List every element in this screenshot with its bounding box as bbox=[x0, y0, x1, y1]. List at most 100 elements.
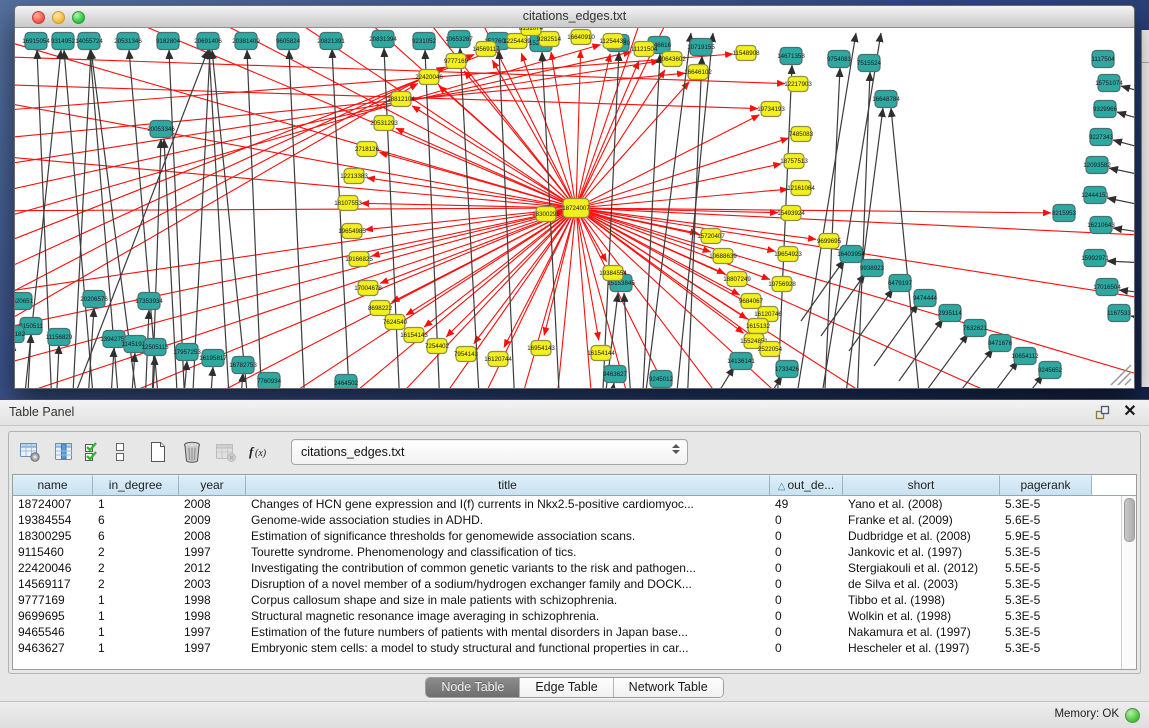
graph-node[interactable]: 6479197 bbox=[888, 275, 913, 292]
graph-node[interactable]: 16646102 bbox=[684, 65, 712, 80]
table-cell[interactable]: 1 bbox=[93, 608, 179, 624]
graph-node[interactable]: 1167533 bbox=[1107, 305, 1131, 322]
table-cell[interactable]: Jankovic et al. (1997) bbox=[843, 544, 1000, 560]
graph-node[interactable]: 16154143 bbox=[400, 328, 428, 343]
graph-node[interactable]: 11548908 bbox=[732, 46, 760, 61]
column-header-short[interactable]: short bbox=[843, 475, 1000, 495]
graph-node[interactable]: 8131074 bbox=[519, 28, 544, 36]
column-header-name[interactable]: name bbox=[13, 475, 93, 495]
table-select-dropdown[interactable]: citations_edges.txt bbox=[291, 439, 688, 465]
table-cell[interactable]: 5.3E-5 bbox=[1000, 496, 1092, 512]
graph-node[interactable]: 20831394 bbox=[369, 31, 397, 48]
graph-node[interactable]: 16640910 bbox=[567, 30, 595, 45]
graph-node[interactable]: 18812104 bbox=[387, 92, 415, 107]
table-cell[interactable]: Estimation of the future numbers of pati… bbox=[246, 624, 770, 640]
table-cell[interactable]: Genome-wide association studies in ADHD. bbox=[246, 512, 770, 528]
graph-node[interactable]: 1615132 bbox=[746, 319, 771, 334]
table-cell[interactable]: 2 bbox=[93, 544, 179, 560]
graph-node[interactable]: 16120744 bbox=[484, 352, 512, 367]
table-cell[interactable]: 22420046 bbox=[13, 560, 93, 576]
graph-node[interactable]: 11254439 bbox=[599, 34, 627, 49]
graph-node[interactable]: 7760934 bbox=[257, 373, 282, 389]
table-row[interactable]: 969969511998Structural magnetic resonanc… bbox=[13, 608, 1122, 624]
table-cell[interactable]: 9699695 bbox=[13, 608, 93, 624]
table-cell[interactable]: 1 bbox=[93, 624, 179, 640]
table-cell[interactable]: 1 bbox=[93, 496, 179, 512]
graph-node[interactable]: 20691406 bbox=[194, 33, 222, 50]
graph-node[interactable]: 9463627 bbox=[603, 366, 628, 383]
graph-node[interactable]: 10688639 bbox=[709, 249, 737, 264]
table-cell[interactable]: Tourette syndrome. Phenomenology and cla… bbox=[246, 544, 770, 560]
graph-node[interactable]: 19166825 bbox=[345, 252, 373, 267]
table-cell[interactable]: 5.3E-5 bbox=[1000, 608, 1092, 624]
table-cell[interactable]: 5.3E-5 bbox=[1000, 640, 1092, 656]
table-cell[interactable]: 2008 bbox=[179, 528, 246, 544]
graph-node[interactable]: 7515524 bbox=[857, 55, 882, 72]
table-cell[interactable]: 1 bbox=[93, 640, 179, 656]
network-window-titlebar[interactable]: citations_edges.txt bbox=[15, 6, 1134, 28]
table-cell[interactable]: 6 bbox=[93, 512, 179, 528]
table-cell[interactable]: 0 bbox=[770, 528, 843, 544]
graph-node[interactable]: 1733426 bbox=[775, 361, 800, 378]
table-cell[interactable]: 0 bbox=[770, 640, 843, 656]
table-cell[interactable]: 9463627 bbox=[13, 640, 93, 656]
table-cell[interactable]: 5.3E-5 bbox=[1000, 544, 1092, 560]
graph-node[interactable]: 15992971 bbox=[1081, 250, 1109, 267]
graph-node[interactable]: 12505115 bbox=[141, 339, 169, 356]
graph-node[interactable]: 7254402 bbox=[425, 339, 450, 354]
citation-network-graph[interactable]: 1691505493149521405572420531346918280420… bbox=[15, 28, 1134, 388]
float-panel-icon[interactable] bbox=[1093, 403, 1111, 421]
table-cell[interactable]: 1998 bbox=[179, 592, 246, 608]
graph-node[interactable]: 15720407 bbox=[697, 229, 725, 244]
graph-node[interactable]: 1117504 bbox=[1091, 51, 1115, 68]
table-cell[interactable]: de Silva et al. (2003) bbox=[843, 576, 1000, 592]
column-header-year[interactable]: year bbox=[179, 475, 246, 495]
function-builder-button[interactable]: f (x) bbox=[245, 437, 275, 467]
graph-node[interactable]: 18807249 bbox=[723, 272, 751, 287]
table-cell[interactable]: Hescheler et al. (1997) bbox=[843, 640, 1000, 656]
table-cell[interactable]: Disruption of a novel member of a sodium… bbox=[246, 576, 770, 592]
graph-node[interactable]: 16954143 bbox=[527, 341, 555, 356]
graph-node[interactable]: 20531346 bbox=[114, 33, 142, 50]
graph-node[interactable]: 2464502 bbox=[334, 375, 359, 389]
network-canvas[interactable]: 1691505493149521405572420531346918280420… bbox=[15, 28, 1134, 388]
graph-node[interactable]: 20821391 bbox=[317, 33, 345, 50]
graph-node[interactable]: 9245652 bbox=[1038, 362, 1063, 379]
table-cell[interactable]: 0 bbox=[770, 608, 843, 624]
graph-node[interactable]: 12444151 bbox=[1081, 187, 1109, 204]
table-cell[interactable]: 1997 bbox=[179, 544, 246, 560]
window-resize-grip[interactable] bbox=[1111, 365, 1131, 385]
table-cell[interactable]: 9115460 bbox=[13, 544, 93, 560]
hub-node[interactable]: 18724007 bbox=[562, 199, 590, 218]
unselect-all-columns-button[interactable] bbox=[109, 437, 131, 467]
vertical-scrollbar[interactable] bbox=[1121, 496, 1136, 669]
graph-node[interactable]: 2935114 bbox=[938, 305, 962, 322]
table-row[interactable]: 1938455462009Genome-wide association stu… bbox=[13, 512, 1122, 528]
table-cell[interactable]: Nakamura et al. (1997) bbox=[843, 624, 1000, 640]
table-cell[interactable]: 2012 bbox=[179, 560, 246, 576]
graph-node[interactable]: 20206576 bbox=[80, 291, 108, 308]
network-view-window[interactable]: citations_edges.txt 16915054931495214055… bbox=[14, 5, 1135, 389]
graph-node[interactable]: 15493924 bbox=[777, 206, 805, 221]
table-cell[interactable]: Dudbridge et al. (2008) bbox=[843, 528, 1000, 544]
graph-node[interactable]: 9227343 bbox=[1089, 129, 1114, 146]
table-cell[interactable]: 1997 bbox=[179, 640, 246, 656]
graph-node[interactable]: 19654923 bbox=[774, 247, 802, 262]
graph-node[interactable]: 20531293 bbox=[370, 116, 398, 131]
table-cell[interactable]: 5.3E-5 bbox=[1000, 592, 1092, 608]
table-cell[interactable]: 18300295 bbox=[13, 528, 93, 544]
table-cell[interactable]: 5.5E-5 bbox=[1000, 560, 1092, 576]
table-cell[interactable]: 9777169 bbox=[13, 592, 93, 608]
table-cell[interactable]: 0 bbox=[770, 624, 843, 640]
graph-node[interactable]: 9231052 bbox=[412, 33, 437, 50]
graph-node[interactable]: 9605824 bbox=[276, 33, 301, 50]
graph-node[interactable]: 11121504 bbox=[631, 42, 658, 57]
graph-node[interactable]: 7485083 bbox=[789, 127, 814, 142]
delete-table-button[interactable] bbox=[177, 437, 207, 467]
graph-node[interactable]: 9938923 bbox=[860, 260, 885, 277]
tab-node-table[interactable]: Node Table bbox=[426, 678, 520, 697]
table-cell[interactable]: 5.3E-5 bbox=[1000, 624, 1092, 640]
table-cell[interactable]: 18724007 bbox=[13, 496, 93, 512]
table-cell[interactable]: 19384554 bbox=[13, 512, 93, 528]
select-all-columns-button[interactable] bbox=[83, 437, 105, 467]
